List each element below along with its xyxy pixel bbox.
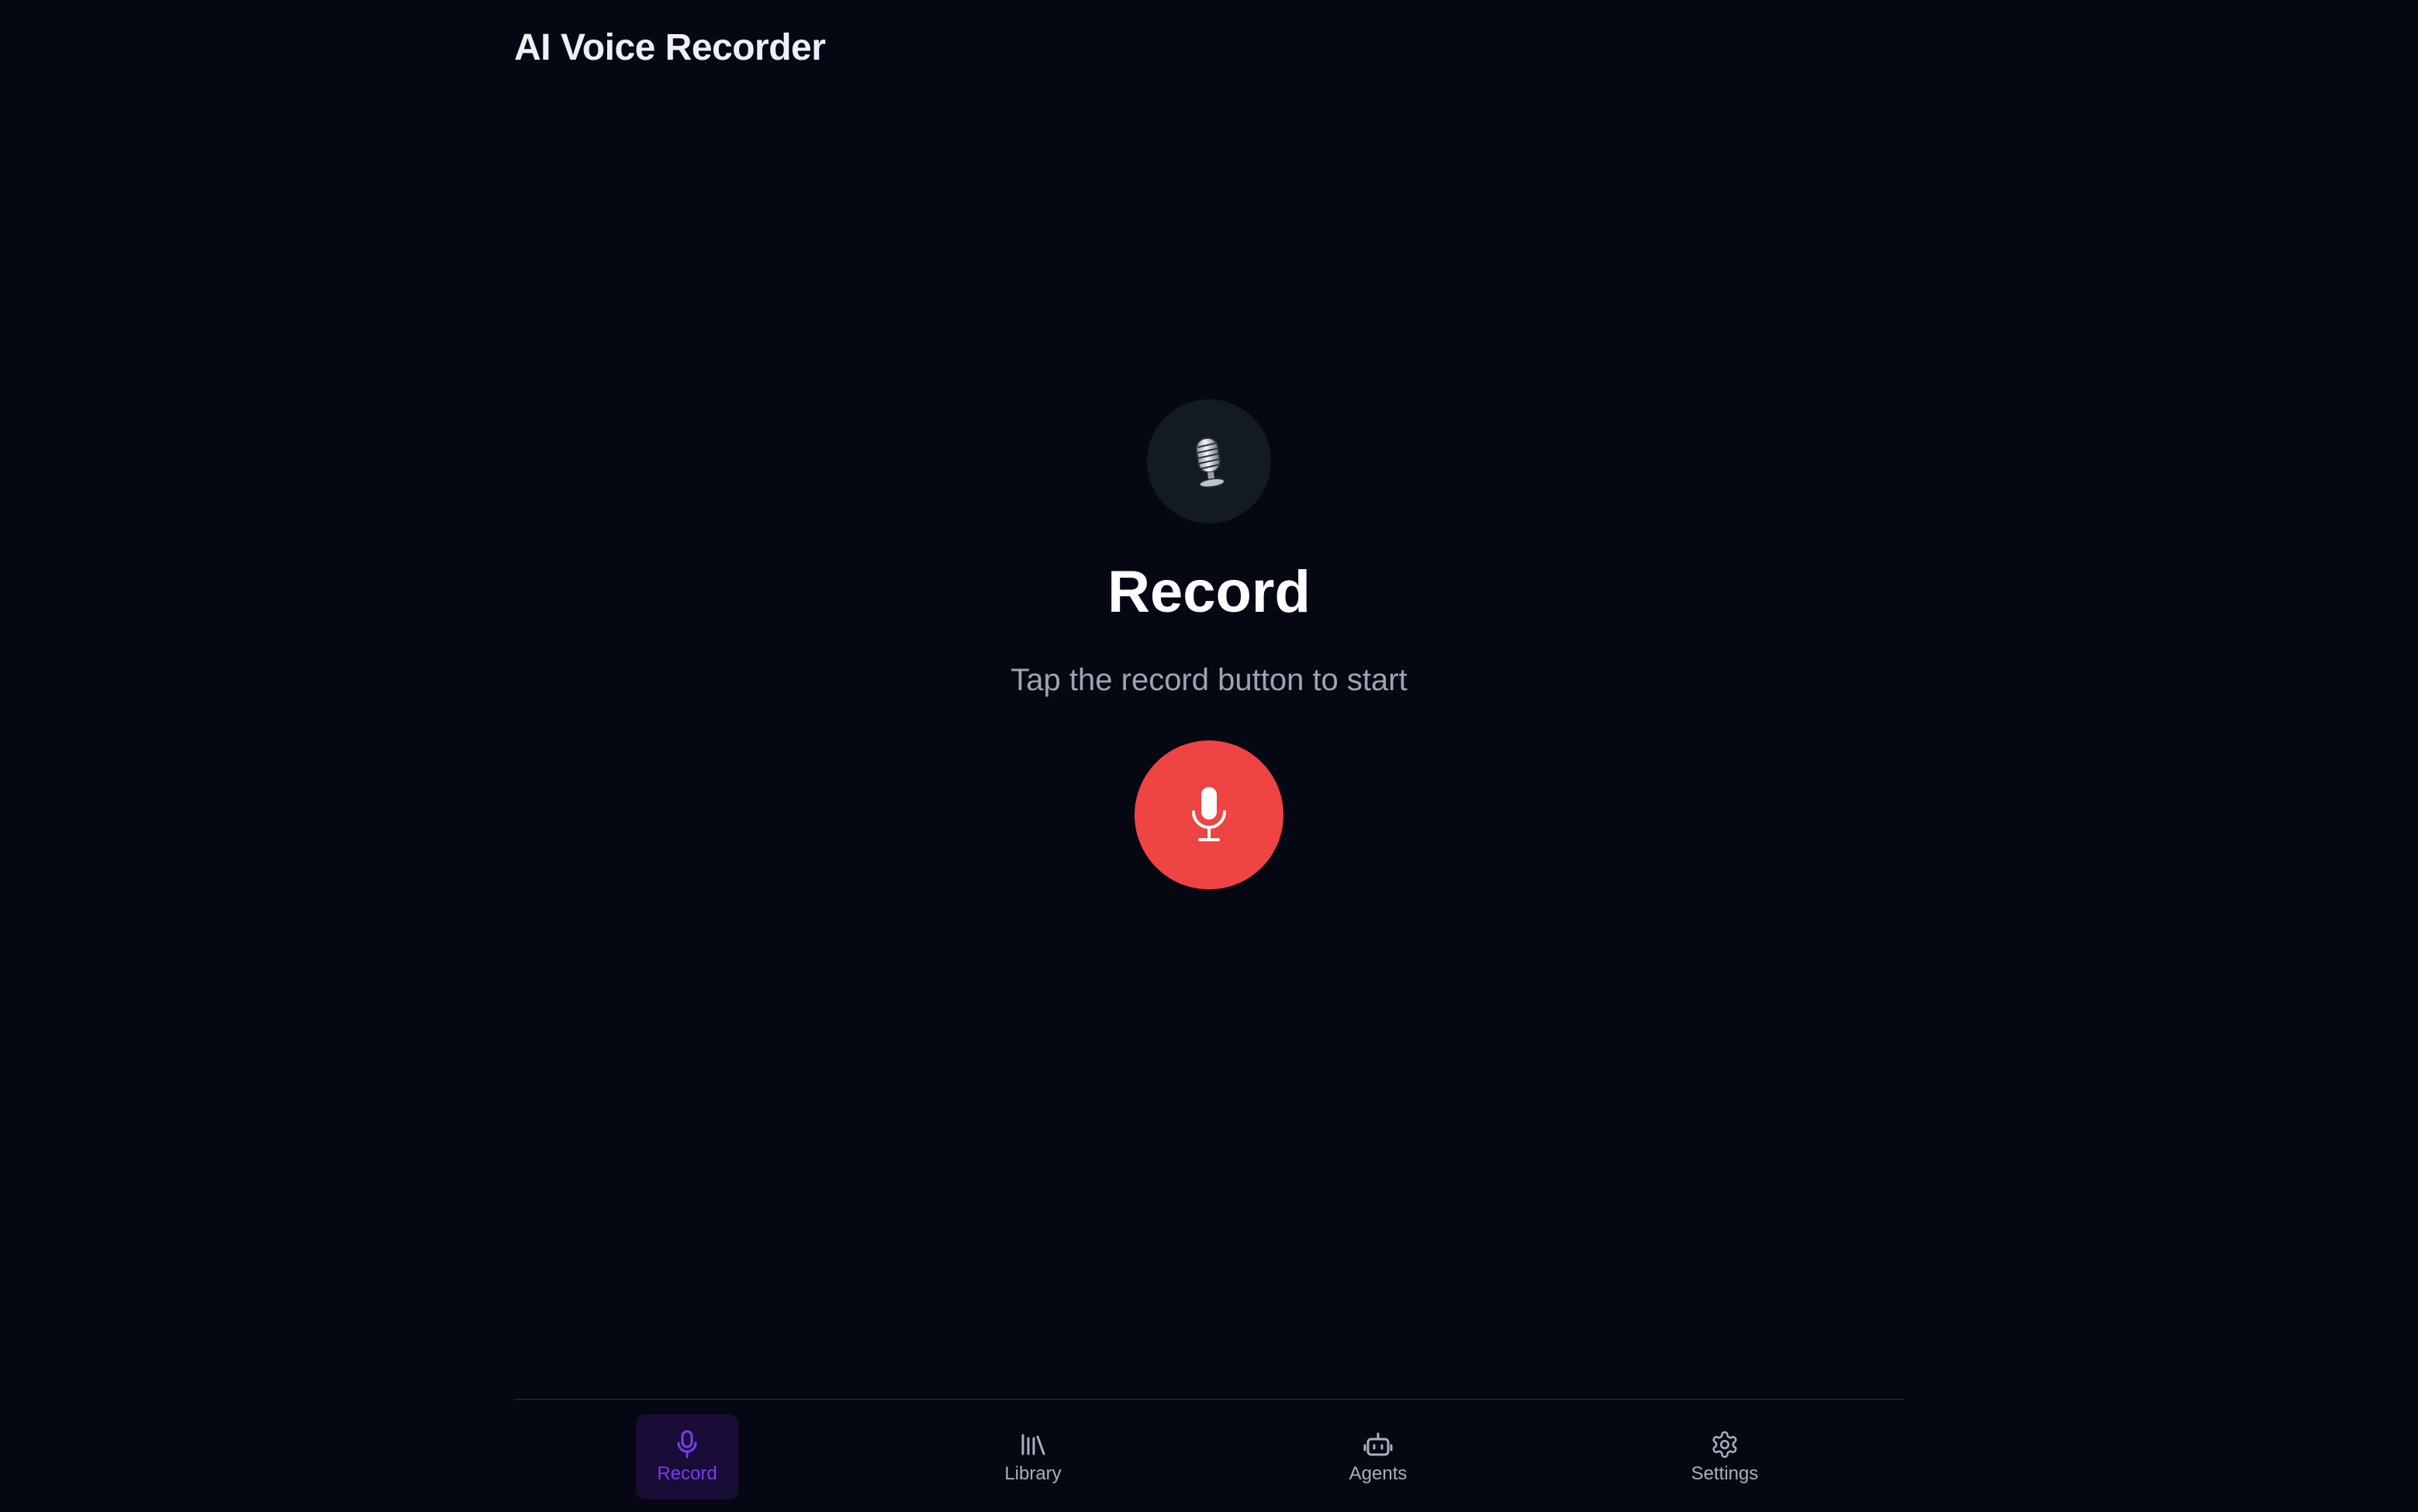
bot-icon — [1363, 1429, 1394, 1460]
record-panel: Record Tap the record button to start — [0, 0, 2418, 1512]
microphone-badge — [1147, 399, 1271, 523]
library-icon — [1017, 1429, 1048, 1460]
tab-agents[interactable]: Agents — [1327, 1414, 1429, 1500]
tab-settings-label: Settings — [1691, 1463, 1759, 1484]
record-hint: Tap the record button to start — [1010, 663, 1408, 697]
microphone-icon — [672, 1429, 703, 1460]
tab-library[interactable]: Library — [982, 1414, 1084, 1500]
tab-record[interactable]: Record — [636, 1414, 738, 1500]
record-button[interactable] — [1135, 740, 1283, 889]
tab-library-label: Library — [1004, 1463, 1062, 1484]
tab-record-label: Record — [657, 1463, 717, 1484]
microphone-badge-icon — [1195, 437, 1225, 488]
app-root: AI Voice Recorder Record Tap the record … — [0, 0, 2418, 1512]
gear-icon — [1709, 1429, 1740, 1460]
tab-settings[interactable]: Settings — [1674, 1414, 1776, 1500]
tab-agents-label: Agents — [1349, 1463, 1408, 1484]
microphone-icon — [1192, 787, 1226, 841]
record-heading: Record — [1107, 559, 1311, 625]
bottom-nav: Record Library Agents Settings — [514, 1400, 1905, 1512]
